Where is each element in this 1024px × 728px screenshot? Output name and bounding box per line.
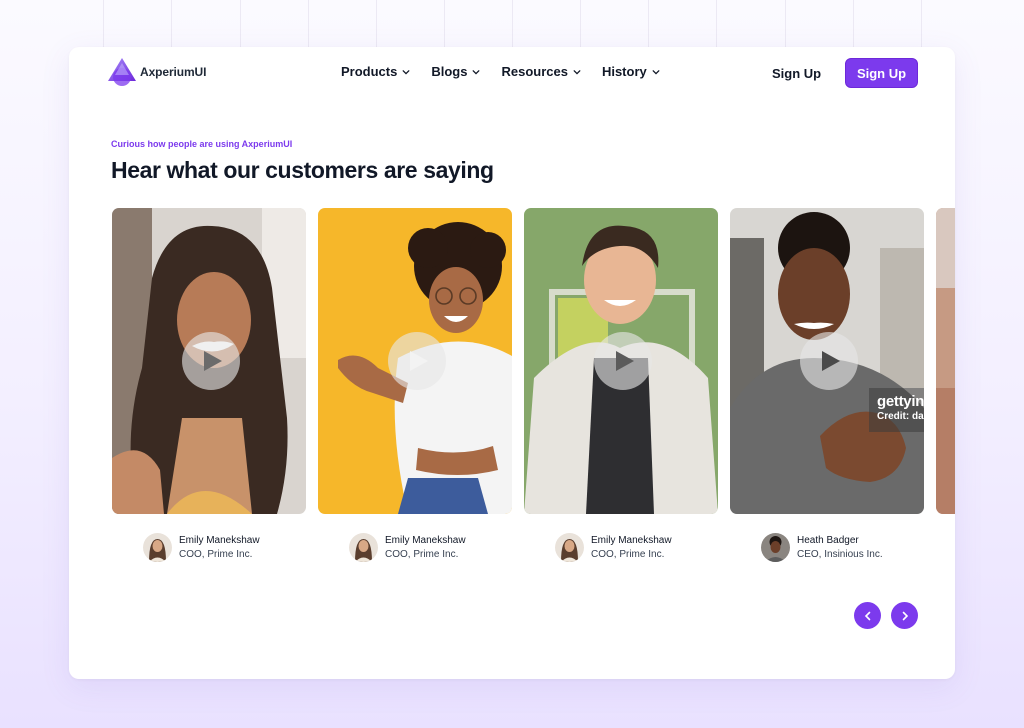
author-role: COO, Prime Inc. — [179, 548, 253, 560]
nav-item-products[interactable]: Products — [341, 64, 410, 79]
testimonial-video-1[interactable] — [112, 208, 306, 514]
chevron-left-icon — [864, 611, 870, 620]
testimonial-author: Emily Manekshaw COO, Prime Inc. — [143, 533, 260, 562]
brand-logo[interactable]: AxperiumUI — [108, 57, 206, 87]
testimonials-card: AxperiumUI Products Blogs Resources Hist… — [69, 47, 955, 679]
logo-icon — [108, 57, 137, 87]
carousel-prev-button[interactable] — [854, 602, 881, 629]
play-icon — [616, 351, 634, 371]
author-role: COO, Prime Inc. — [385, 548, 459, 560]
nav-item-blogs[interactable]: Blogs — [431, 64, 480, 79]
author-role: COO, Prime Inc. — [591, 548, 665, 560]
testimonial-video-3[interactable] — [524, 208, 718, 514]
author-name: Emily Manekshaw — [591, 534, 672, 546]
author-name: Emily Manekshaw — [179, 534, 260, 546]
section-eyebrow: Curious how people are using AxperiumUI — [111, 139, 293, 149]
nav-item-label: Resources — [501, 64, 568, 79]
carousel-next-button[interactable] — [891, 602, 918, 629]
chevron-down-icon — [573, 69, 581, 75]
author-name: Heath Badger — [797, 534, 859, 546]
nav-item-label: Products — [341, 64, 398, 79]
avatar — [143, 533, 172, 562]
testimonial-video-2[interactable] — [318, 208, 512, 514]
testimonial-author: Heath Badger CEO, Insinious Inc. — [761, 533, 883, 562]
watermark-brand: gettyin — [877, 393, 924, 410]
main-nav: Products Blogs Resources History — [341, 64, 681, 79]
nav-item-history[interactable]: History — [602, 64, 660, 79]
testimonial-photo — [936, 208, 955, 514]
sign-up-button[interactable]: Sign Up — [845, 58, 918, 88]
avatar — [349, 533, 378, 562]
brand-name: AxperiumUI — [140, 65, 207, 79]
author-name: Emily Manekshaw — [385, 534, 466, 546]
author-role: CEO, Insinious Inc. — [797, 548, 883, 560]
avatar — [761, 533, 790, 562]
stock-watermark: gettyin Credit: da — [869, 388, 924, 432]
play-button[interactable] — [594, 332, 652, 390]
nav-item-resources[interactable]: Resources — [501, 64, 581, 79]
nav-item-label: Blogs — [431, 64, 468, 79]
testimonial-video-5-partial[interactable] — [936, 208, 955, 514]
chevron-down-icon — [652, 69, 660, 75]
avatar — [555, 533, 584, 562]
play-button[interactable] — [388, 332, 446, 390]
testimonial-authors: Emily Manekshaw COO, Prime Inc. Emily Ma… — [112, 533, 955, 573]
watermark-credit: Credit: da — [877, 411, 924, 422]
play-icon — [410, 351, 428, 371]
play-icon — [822, 351, 840, 371]
chevron-right-icon — [902, 611, 908, 620]
testimonial-author: Emily Manekshaw COO, Prime Inc. — [349, 533, 466, 562]
play-button[interactable] — [800, 332, 858, 390]
chevron-down-icon — [473, 69, 480, 75]
play-button[interactable] — [182, 332, 240, 390]
chevron-down-icon — [402, 69, 410, 75]
section-heading: Hear what our customers are saying — [111, 157, 494, 183]
testimonial-video-4[interactable]: gettyin Credit: da — [730, 208, 924, 514]
play-icon — [204, 351, 222, 371]
sign-in-link[interactable]: Sign Up — [772, 66, 821, 81]
testimonial-author: Emily Manekshaw COO, Prime Inc. — [555, 533, 672, 562]
nav-item-label: History — [601, 64, 647, 79]
testimonial-carousel: gettyin Credit: da — [112, 208, 955, 528]
